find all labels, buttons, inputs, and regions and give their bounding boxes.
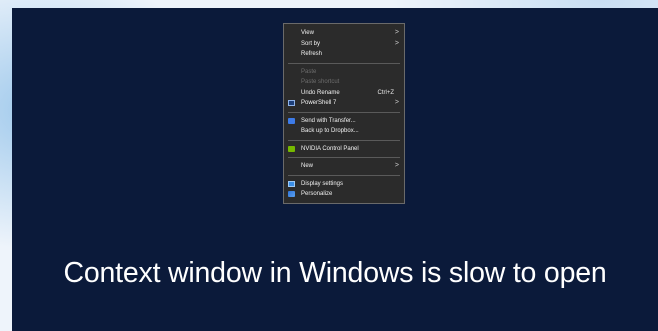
personalize-icon bbox=[288, 191, 295, 197]
menu-item-nvidia-control-panel[interactable]: NVIDIA Control Panel bbox=[284, 144, 404, 155]
submenu-arrow-icon: > bbox=[394, 39, 399, 47]
powershell-icon bbox=[288, 100, 295, 106]
menu-item-label: Paste shortcut bbox=[301, 79, 340, 85]
desktop-context-menu: View > Sort by > Refresh Paste Paste sho… bbox=[283, 23, 405, 204]
menu-separator bbox=[288, 157, 400, 158]
menu-item-shortcut: Ctrl+Z bbox=[377, 89, 395, 96]
submenu-arrow-icon: > bbox=[394, 99, 399, 106]
menu-item-label: New bbox=[301, 163, 314, 169]
caption-text: Context window in Windows is slow to ope… bbox=[63, 257, 607, 289]
menu-separator bbox=[288, 174, 400, 176]
menu-item-paste-shortcut: Paste shortcut bbox=[284, 77, 404, 88]
menu-separator bbox=[288, 62, 400, 64]
menu-item-personalize[interactable]: Personalize bbox=[284, 189, 404, 200]
menu-item-back-up-to-dropbox[interactable]: Back up to Dropbox... bbox=[284, 126, 404, 137]
menu-item-send-with-transfer[interactable]: Send with Transfer... bbox=[284, 116, 404, 127]
menu-item-label: Display settings bbox=[301, 180, 344, 187]
menu-item-label: Back up to Dropbox... bbox=[301, 128, 359, 134]
menu-item-label: Send with Transfer... bbox=[301, 117, 356, 124]
menu-item-paste: Paste bbox=[284, 67, 404, 78]
menu-item-label: Paste bbox=[301, 68, 317, 75]
menu-separator bbox=[288, 111, 400, 113]
nvidia-icon bbox=[288, 145, 295, 152]
menu-item-display-settings[interactable]: Display settings bbox=[284, 179, 404, 190]
menu-item-view[interactable]: View > bbox=[284, 28, 404, 39]
menu-item-label: View bbox=[301, 30, 314, 36]
menu-item-label: Refresh bbox=[301, 51, 323, 57]
menu-item-label: Personalize bbox=[301, 191, 333, 197]
menu-item-label: PowerShell 7 bbox=[301, 100, 337, 106]
menu-item-label: Sort by bbox=[301, 40, 321, 47]
menu-item-label: NVIDIA Control Panel bbox=[301, 145, 359, 152]
menu-item-label: Undo Rename bbox=[301, 89, 340, 96]
menu-item-sort-by[interactable]: Sort by > bbox=[284, 39, 404, 50]
menu-separator bbox=[288, 139, 400, 141]
menu-item-refresh[interactable]: Refresh bbox=[284, 49, 404, 60]
menu-item-new[interactable]: New > bbox=[284, 161, 404, 172]
menu-item-undo-rename[interactable]: Undo Rename Ctrl+Z bbox=[284, 88, 404, 99]
submenu-arrow-icon: > bbox=[394, 29, 399, 36]
display-settings-icon bbox=[288, 180, 295, 187]
submenu-arrow-icon: > bbox=[394, 162, 399, 169]
dropbox-transfer-icon bbox=[288, 117, 295, 124]
menu-item-powershell-7[interactable]: PowerShell 7 > bbox=[284, 98, 404, 109]
